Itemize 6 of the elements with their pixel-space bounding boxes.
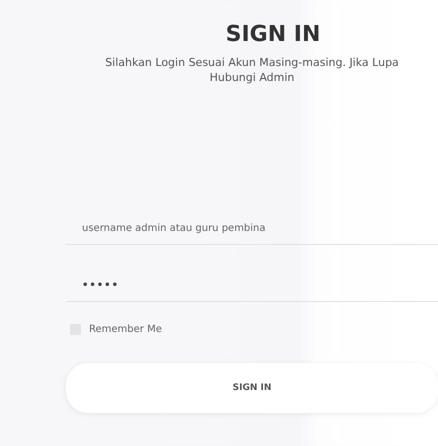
- remember-label[interactable]: Remember Me: [89, 324, 162, 335]
- password-field[interactable]: •••••: [66, 270, 438, 302]
- instruction-text: Silahkan Login Sesuai Akun Masing-masing. Jika Lupa Hubungi Admin: [104, 55, 400, 85]
- sign-in-title: SIGN IN: [224, 22, 322, 47]
- sign-in-button[interactable]: SIGN IN: [66, 363, 438, 413]
- username-field[interactable]: username admin atau guru pembina: [66, 213, 438, 245]
